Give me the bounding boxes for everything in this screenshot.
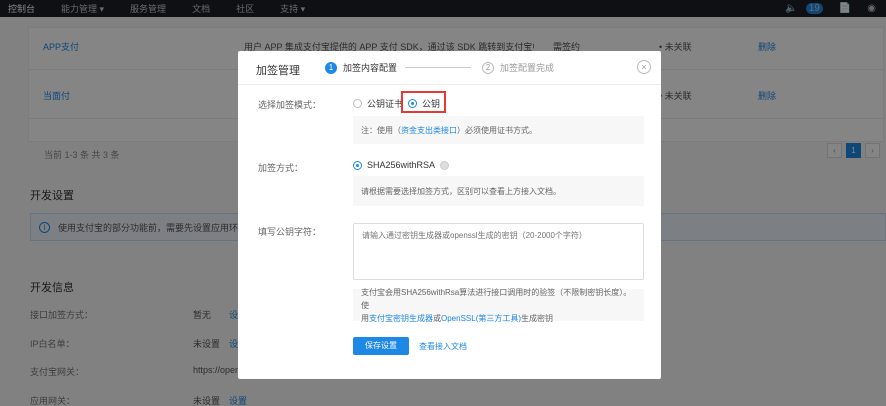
mode-label: 选择加签模式： — [258, 100, 322, 110]
close-icon[interactable]: × — [637, 60, 651, 74]
mode-note: 注：使用（ 资金支出类接口 ）必须使用证书方式。 — [353, 116, 644, 144]
signing-modal: 加签管理 1 加签内容配置 2 加签配置完成 × 选择加签模式： 公钥证书 公钥… — [238, 51, 661, 379]
radio-disabled-icon — [440, 160, 450, 170]
view-docs-link[interactable]: 查看接入文档 — [419, 341, 467, 352]
step-2: 2 加签配置完成 — [482, 61, 554, 74]
radio-selected-icon — [353, 160, 362, 170]
note-text: 用 — [361, 313, 369, 323]
step-connector — [405, 67, 471, 68]
public-key-input[interactable] — [353, 223, 644, 280]
method-label: 加签方式： — [258, 163, 304, 173]
radio-label: SHA256withRSA — [367, 160, 436, 170]
modal-header: 加签管理 1 加签内容配置 2 加签配置完成 × — [238, 51, 661, 85]
radio-icon — [353, 99, 362, 108]
note-text: ）必须使用证书方式。 — [457, 125, 537, 135]
step-2-number: 2 — [482, 61, 494, 74]
radio-sha256[interactable]: SHA256withRSA — [353, 160, 450, 170]
radio-cert-key[interactable]: 公钥证书 — [353, 97, 403, 110]
method-note: 请根据需要选择加签方式，区别可以查看上方接入文档。 — [353, 176, 644, 206]
step-1-number: 1 — [325, 61, 337, 74]
key-generator-link[interactable]: 支付宝密钥生成器 — [369, 314, 433, 323]
step-1: 1 加签内容配置 — [325, 61, 397, 74]
radio-label: 公钥证书 — [367, 99, 404, 109]
step-1-label: 加签内容配置 — [343, 63, 398, 73]
note-text: 生成密钥 — [521, 313, 554, 323]
fund-api-link[interactable]: 资金支出类接口 — [401, 124, 457, 137]
highlight-box — [401, 91, 446, 113]
note-text: 注：使用（ — [361, 125, 401, 135]
note-line-2: 用支付宝密钥生成器或OpenSSL(第三方工具)生成密钥 — [361, 312, 553, 325]
modal-title: 加签管理 — [256, 65, 300, 77]
note-text: 或 — [433, 313, 441, 323]
openssl-link[interactable]: OpenSSL(第三方工具) — [441, 314, 521, 323]
step-2-label: 加签配置完成 — [500, 63, 555, 73]
note-text: 支付宝会用SHA256withRsa算法进行接口调用时的验签（不限制密钥长度）。… — [361, 287, 632, 310]
save-settings-button[interactable]: 保存设置 — [353, 337, 409, 355]
key-note: 支付宝会用SHA256withRsa算法进行接口调用时的验签（不限制密钥长度）。… — [353, 287, 644, 323]
key-label: 填写公钥字符： — [258, 227, 322, 237]
